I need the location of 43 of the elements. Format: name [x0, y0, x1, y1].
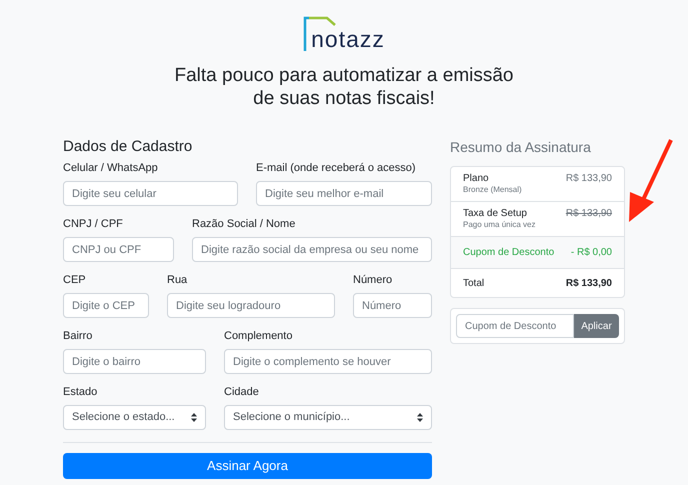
logo: notazz	[310, 26, 385, 52]
total-label: Total	[463, 276, 484, 290]
field-label: Razão Social / Nome	[192, 218, 296, 231]
field-label: Estado	[63, 386, 98, 399]
section-title: Resumo da Assinatura	[450, 138, 592, 156]
input-field[interactable]: Número	[353, 293, 432, 318]
headline: Falta pouco para automatizar a emissão de suas notas fiscais!	[173, 64, 514, 110]
item-name: Plano	[463, 173, 490, 185]
discount-value: - R$ 0,00	[570, 246, 612, 260]
sort-icon	[417, 413, 423, 422]
input-field[interactable]: Digite o complemento se houver	[224, 349, 432, 374]
field-label: E-mail (onde receberá o acesso)	[256, 162, 417, 175]
input-field[interactable]: Digite razão social da empresa ou seu nome	[192, 237, 432, 262]
logo-mark-icon	[309, 16, 338, 26]
field-label: Número	[353, 274, 394, 287]
field-label: CNPJ / CPF	[63, 218, 124, 231]
input-field[interactable]: Digite seu logradouro	[167, 293, 335, 318]
item-price: R$ 133,90	[566, 173, 612, 185]
field-label: Complemento	[224, 330, 294, 343]
input-field[interactable]: Digite o CEP	[63, 293, 149, 318]
sort-icon	[191, 413, 197, 422]
coupon-field[interactable]: Cupom de Desconto	[456, 314, 574, 338]
item-detail: Pago uma única vez	[463, 220, 536, 230]
section-title: Dados de Cadastro	[63, 138, 194, 156]
input-field[interactable]: CNPJ ou CPF	[63, 237, 174, 262]
input-field[interactable]: Digite seu celular	[63, 181, 238, 206]
field-label: Bairro	[63, 330, 94, 343]
discount-label: Cupom de Desconto	[463, 246, 554, 260]
input-field[interactable]: Digite seu melhor e-mail	[256, 181, 432, 206]
item-price: R$ 133,90	[566, 208, 612, 220]
select-field[interactable]: Selecione o estado...	[63, 405, 206, 430]
total-value: R$ 133,90	[566, 276, 612, 290]
select-field[interactable]: Selecione o município...	[224, 405, 432, 430]
submit-button[interactable]: Assinar Agora	[63, 453, 432, 479]
logo-icon	[303, 16, 310, 52]
field-label: Cidade	[224, 386, 260, 399]
apply-button[interactable]: Aplicar	[574, 314, 619, 338]
field-label: Celular / WhatsApp	[63, 162, 159, 175]
field-label: CEP	[63, 274, 87, 287]
item-detail: Bronze (Mensal)	[463, 185, 522, 195]
field-label: Rua	[167, 274, 188, 287]
item-name: Taxa de Setup	[463, 208, 528, 220]
input-field[interactable]: Digite o bairro	[63, 349, 206, 374]
